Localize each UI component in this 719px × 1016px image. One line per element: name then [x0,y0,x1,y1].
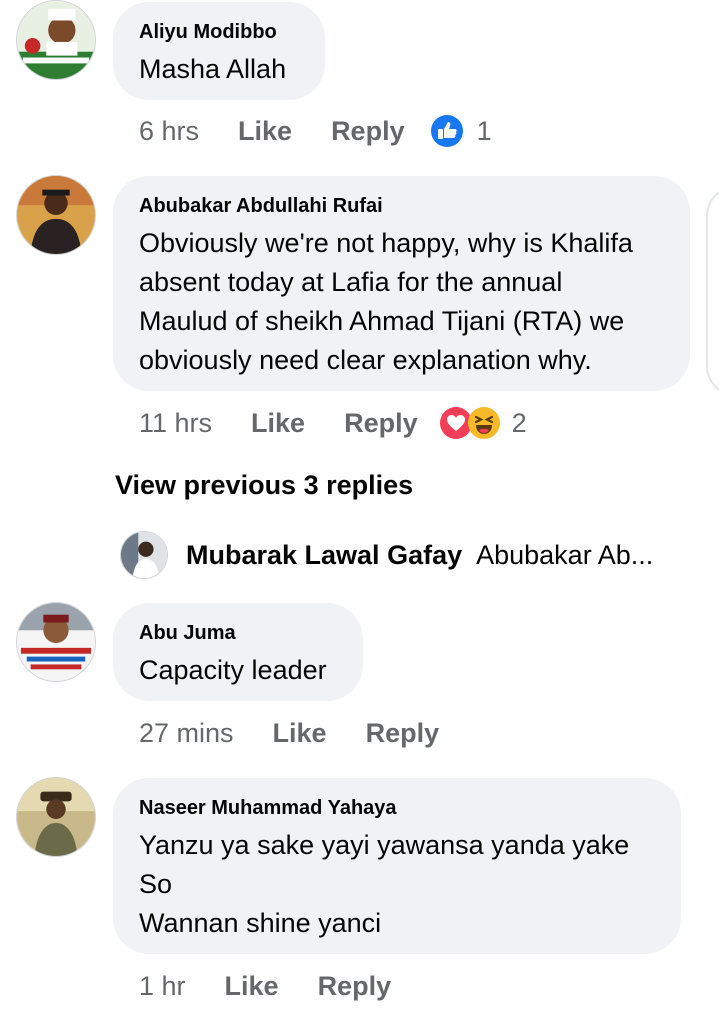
avatar[interactable] [16,602,96,682]
comment-time[interactable]: 1 hr [139,971,186,1002]
avatar[interactable] [16,0,96,80]
reactions[interactable] [439,407,500,439]
reply-button[interactable]: Reply [344,408,418,439]
avatar[interactable] [16,777,96,857]
reply-button[interactable]: Reply [366,718,440,749]
comment-bubble: Naseer Muhammad Yahaya Yanzu ya sake yay… [113,778,681,954]
view-previous-replies-link[interactable]: View previous 3 replies [115,470,413,501]
comment-text: Masha Allah [139,54,287,84]
comment-time[interactable]: 27 mins [139,718,234,749]
comment-actions: 1 hr Like Reply [139,966,391,1006]
comment-actions: 6 hrs Like Reply 1 [139,111,492,151]
reply-text: Abubakar Ab... [476,539,654,570]
haha-icon [467,407,500,439]
reaction-count[interactable]: 1 [477,116,492,147]
comment-text-line: Maulud of sheikh Ahmad Tijani (RTA) we [139,306,625,336]
reactions[interactable] [430,115,463,147]
comment-actions: 27 mins Like Reply [139,713,439,753]
comment-text: Capacity leader [139,655,327,685]
reply-button[interactable]: Reply [318,971,392,1002]
comment-time[interactable]: 6 hrs [139,116,199,147]
comment-author[interactable]: Aliyu Modibbo [139,20,299,44]
comment-bubble: Aliyu Modibbo Masha Allah [113,2,325,100]
reaction-count[interactable]: 2 [512,408,527,439]
like-button[interactable]: Like [238,116,292,147]
comment-author[interactable]: Abubakar Abdullahi Rufai [139,194,664,218]
avatar[interactable] [16,175,96,255]
like-button[interactable]: Like [273,718,327,749]
like-icon [430,115,463,147]
like-button[interactable]: Like [225,971,279,1002]
comment-bubble: Abu Juma Capacity leader [113,603,363,701]
comment-actions: 11 hrs Like Reply 2 [139,403,527,443]
comment-text: Obviously we're not happy, why is Khalif… [139,224,664,380]
like-button[interactable]: Like [251,408,305,439]
comment-text-line: Obviously we're not happy, why is Khalif… [139,228,633,258]
comment-time[interactable]: 11 hrs [139,408,212,439]
partial-bubble-edge [706,186,719,396]
comment-text-line: So [139,869,173,899]
comment-text-line: obviously need clear explanation why. [139,345,592,375]
comments-thread: Aliyu Modibbo Masha Allah 6 hrs Like Rep… [0,0,719,1016]
reply-button[interactable]: Reply [331,116,405,147]
comment-bubble: Abubakar Abdullahi Rufai Obviously we're… [113,176,690,391]
comment-author[interactable]: Abu Juma [139,621,337,645]
comment-text: Yanzu ya sake yayi yawansa yanda yake So… [139,826,655,943]
avatar[interactable] [120,531,168,579]
comment-text-line: absent today at Lafia for the annual [139,267,563,297]
comment-text-line: Wannan shine yanci [139,908,382,938]
comment-author[interactable]: Naseer Muhammad Yahaya [139,796,655,820]
comment-text-line: Yanzu ya sake yayi yawansa yanda yake [139,830,630,860]
reply-preview[interactable]: Mubarak Lawal Gafay Abubakar Ab... [120,530,680,580]
reply-author[interactable]: Mubarak Lawal Gafay [186,540,462,571]
